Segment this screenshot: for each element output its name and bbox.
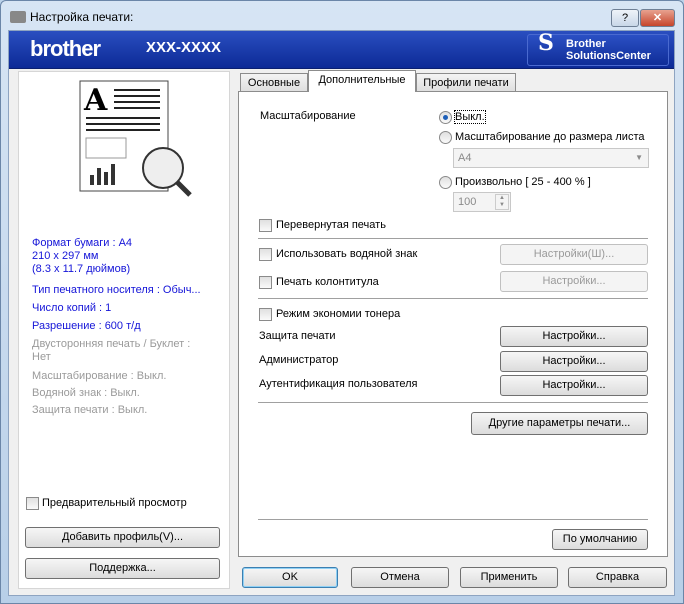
tab-profiles[interactable]: Профили печати — [416, 73, 516, 92]
solutions-center-button[interactable]: S Brother SolutionsCenter — [527, 30, 669, 66]
summary-duplex-value: Нет — [32, 351, 51, 363]
window-title: Настройка печати: — [30, 10, 134, 24]
printer-icon — [10, 11, 26, 23]
watermark-label: Использовать водяной знак — [276, 248, 418, 260]
scaling-custom-radio[interactable] — [439, 176, 452, 189]
brother-logo: brother — [30, 36, 101, 61]
watermark-checkbox[interactable] — [259, 248, 272, 261]
admin-label: Администратор — [259, 354, 339, 366]
summary-size-mm: 210 x 297 мм — [32, 250, 99, 262]
scaling-custom-label: Произвольно [ 25 - 400 % ] — [455, 176, 591, 188]
custom-percent-value: 100 — [458, 196, 477, 208]
admin-settings-button[interactable]: Настройки... — [500, 351, 648, 372]
close-button[interactable]: ✕ — [640, 9, 675, 27]
fit-paper-select[interactable]: A4 ▼ — [453, 148, 649, 168]
solutions-s-icon: S — [538, 30, 554, 56]
divider — [258, 238, 648, 239]
scaling-off-label: Выкл. — [454, 110, 486, 124]
user-auth-settings-button[interactable]: Настройки... — [500, 375, 648, 396]
svg-text:A: A — [83, 83, 108, 118]
watermark-settings-button[interactable]: Настройки(Ш)... — [500, 244, 648, 265]
help-button[interactable]: ? — [611, 9, 639, 27]
scaling-fit-label: Масштабирование до размера листа — [455, 131, 645, 143]
preview-checkbox[interactable] — [26, 497, 39, 510]
custom-percent-stepper[interactable]: 100 ▲ ▼ — [453, 192, 511, 212]
summary-copies: Число копий : 1 — [32, 302, 112, 314]
user-auth-label: Аутентификация пользователя — [259, 378, 418, 390]
solutions-line2: SolutionsCenter — [566, 50, 651, 62]
summary-resolution: Разрешение : 600 т/д — [32, 320, 141, 332]
header-footer-checkbox[interactable] — [259, 276, 272, 289]
divider — [258, 402, 648, 403]
secure-print-label: Защита печати — [259, 330, 336, 342]
default-button[interactable]: По умолчанию — [552, 529, 648, 550]
scaling-off-radio[interactable] — [439, 111, 452, 124]
summary-watermark: Водяной знак : Выкл. — [32, 387, 140, 399]
summary-security: Защита печати : Выкл. — [32, 404, 148, 416]
preview-label: Предварительный просмотр — [42, 497, 187, 509]
reverse-print-label: Перевернутая печать — [276, 219, 386, 231]
scaling-fit-radio[interactable] — [439, 131, 452, 144]
model-name: XXX-XXXX — [146, 39, 222, 56]
solutions-line1: Brother — [566, 38, 606, 50]
document-preview-icon: A — [79, 80, 192, 197]
header-footer-label: Печать колонтитула — [276, 276, 379, 288]
spin-arrows-icon[interactable]: ▲ ▼ — [495, 194, 509, 210]
summary-duplex: Двусторонняя печать / Буклет : — [32, 338, 191, 350]
other-print-options-button[interactable]: Другие параметры печати... — [471, 412, 648, 435]
header-footer-settings-button[interactable]: Настройки... — [500, 271, 648, 292]
tab-basic[interactable]: Основные — [240, 73, 308, 92]
summary-media: Тип печатного носителя : Обыч... — [32, 284, 201, 296]
apply-button[interactable]: Применить — [460, 567, 558, 588]
reverse-print-checkbox[interactable] — [259, 219, 272, 232]
fit-paper-value: A4 — [458, 152, 472, 164]
support-button[interactable]: Поддержка... — [25, 558, 220, 579]
toner-save-checkbox[interactable] — [259, 308, 272, 321]
summary-scaling: Масштабирование : Выкл. — [32, 370, 167, 382]
cancel-button[interactable]: Отмена — [351, 567, 449, 588]
summary-paper: Формат бумаги : A4 — [32, 237, 133, 249]
chevron-down-icon: ▼ — [635, 153, 643, 162]
divider — [258, 519, 648, 520]
tab-advanced[interactable]: Дополнительные — [308, 70, 416, 92]
summary-size-in: (8.3 x 11.7 дюймов) — [32, 263, 131, 275]
ok-button[interactable]: OK — [242, 567, 338, 588]
secure-print-settings-button[interactable]: Настройки... — [500, 326, 648, 347]
scaling-label: Масштабирование — [260, 110, 356, 122]
help-dialog-button[interactable]: Справка — [568, 567, 667, 588]
divider — [258, 298, 648, 299]
add-profile-button[interactable]: Добавить профиль(V)... — [25, 527, 220, 548]
toner-save-label: Режим экономии тонера — [276, 308, 401, 320]
